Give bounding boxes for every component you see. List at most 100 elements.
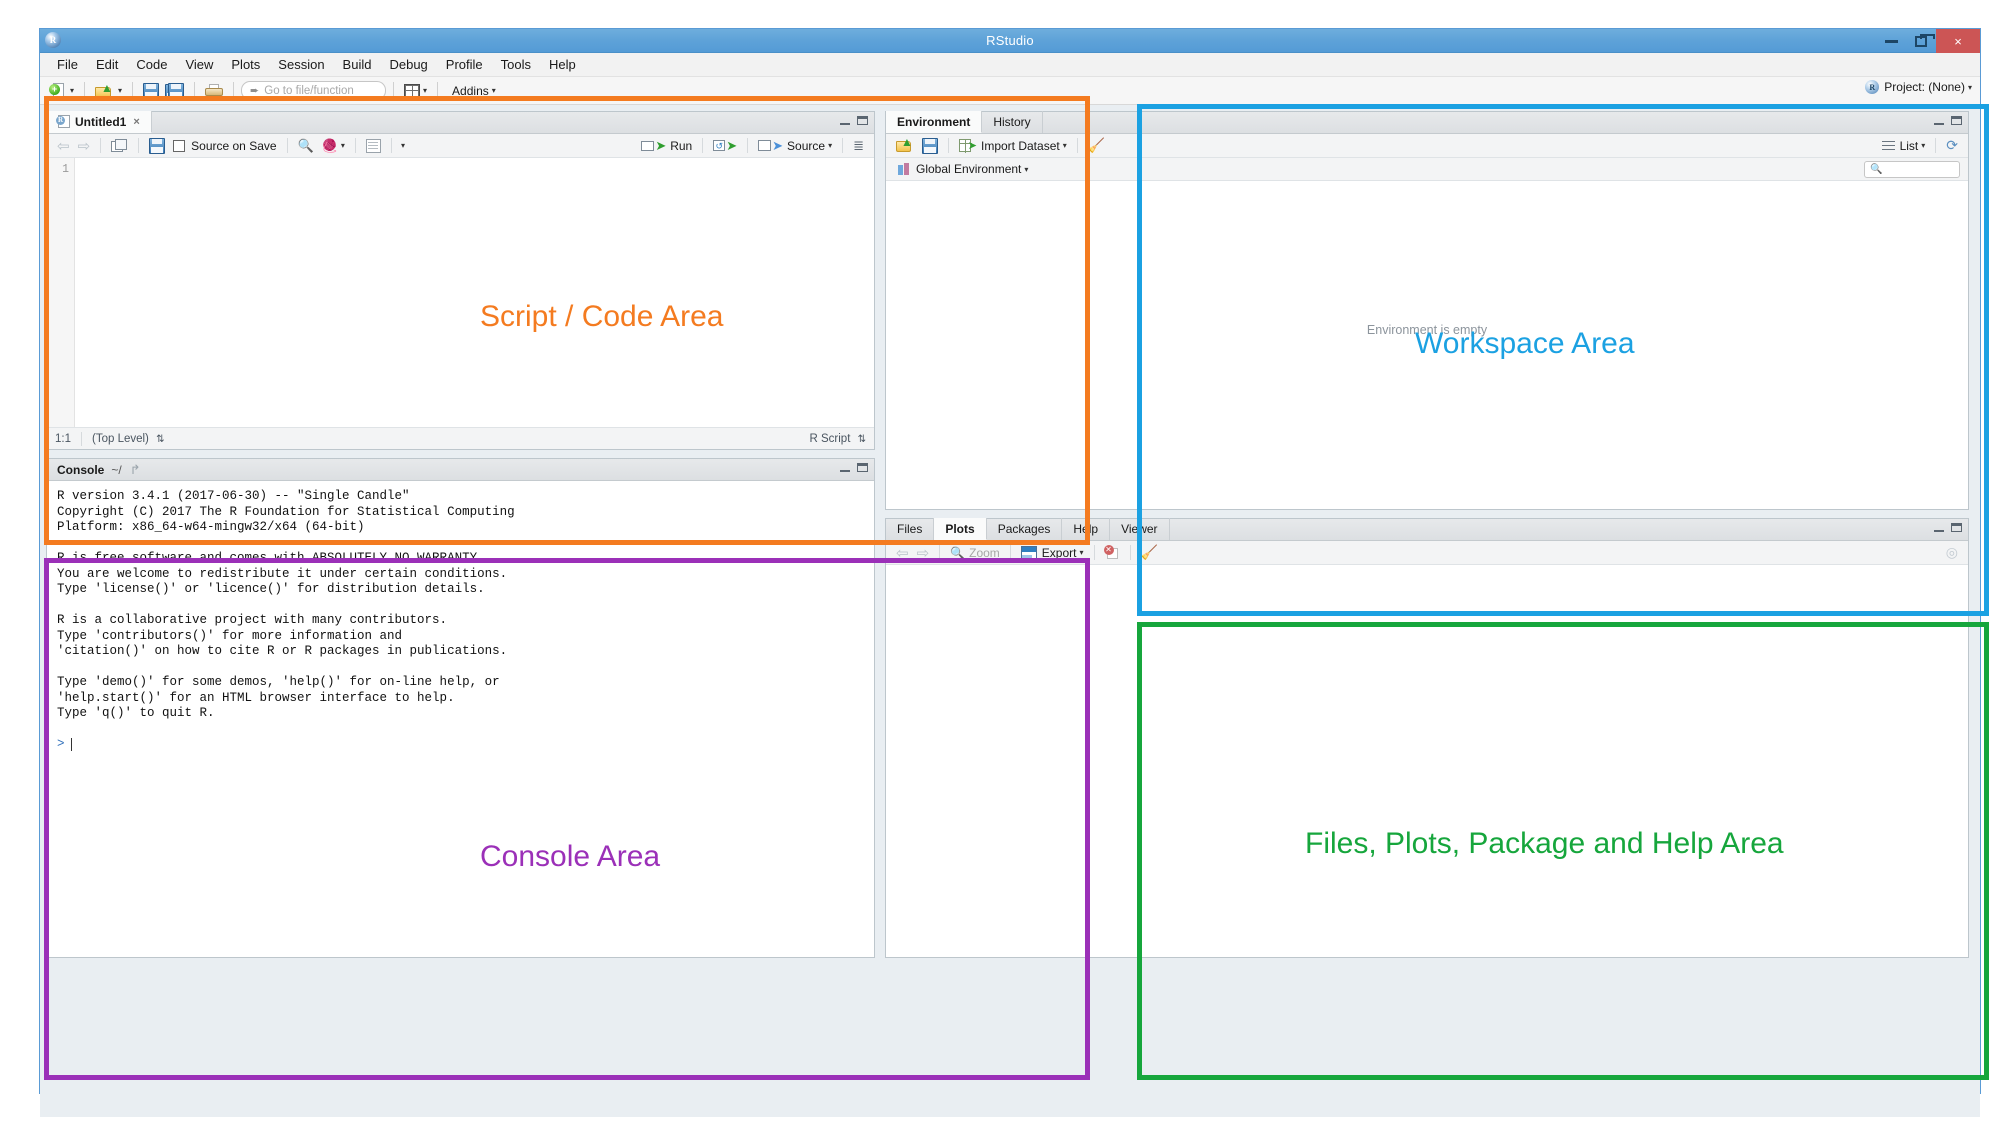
plots-publish-button[interactable]: ◎ <box>1942 544 1962 561</box>
project-label: Project: (None) <box>1884 80 1965 94</box>
maximize-pane-icon[interactable] <box>857 463 868 472</box>
menu-profile[interactable]: Profile <box>437 55 492 74</box>
clear-objects-button[interactable]: 🧹 <box>1084 137 1109 154</box>
tab-packages[interactable]: Packages <box>987 518 1063 540</box>
menu-session[interactable]: Session <box>269 55 333 74</box>
menu-plots[interactable]: Plots <box>222 55 269 74</box>
tab-files[interactable]: Files <box>886 518 935 540</box>
export-caret-icon[interactable]: ▾ <box>1079 548 1083 557</box>
tab-history[interactable]: History <box>982 111 1043 133</box>
tab-viewer[interactable]: Viewer <box>1110 518 1170 540</box>
environment-empty-message: Environment is empty <box>1366 323 1488 337</box>
load-workspace-button[interactable]: ▲ <box>892 136 918 153</box>
menu-build[interactable]: Build <box>334 55 381 74</box>
global-environment-caret-icon[interactable]: ▾ <box>1024 165 1028 174</box>
export-plot-button[interactable]: Export ▾ <box>1017 546 1088 560</box>
global-environment-selector[interactable]: Global Environment ▾ <box>894 162 1032 176</box>
editor-save-button[interactable] <box>145 137 169 154</box>
menu-edit[interactable]: Edit <box>87 55 127 74</box>
refresh-environment-button[interactable]: ⟳ <box>1942 137 1962 154</box>
code-tools-caret-icon[interactable]: ▾ <box>341 141 345 150</box>
menu-file[interactable]: File <box>48 55 87 74</box>
document-outline-button[interactable]: ≣ <box>849 138 868 154</box>
menu-tools[interactable]: Tools <box>492 55 540 74</box>
save-button[interactable] <box>140 80 162 102</box>
addins-caret-icon[interactable]: ▾ <box>492 86 496 95</box>
toolbar-divider <box>393 81 395 100</box>
rerun-previous-button[interactable]: ↺ ➤ <box>709 139 741 152</box>
addins-button[interactable]: Addins ▾ <box>445 80 499 102</box>
project-selector[interactable]: R Project: (None) ▾ <box>1865 80 1972 94</box>
tab-help[interactable]: Help <box>1062 518 1111 540</box>
workspace-panes-button[interactable]: ▾ <box>401 80 430 102</box>
new-file-caret-icon[interactable]: ▾ <box>70 86 74 95</box>
console-prompt[interactable]: > <box>57 737 864 753</box>
source-tab-untitled1[interactable]: Untitled1 × <box>47 111 152 133</box>
view-mode-caret-icon[interactable]: ▾ <box>1921 141 1925 150</box>
compile-report-button[interactable] <box>362 138 385 153</box>
minimize-pane-icon[interactable] <box>1934 117 1944 125</box>
code-input-surface[interactable] <box>75 158 874 427</box>
minimize-pane-icon[interactable] <box>1934 524 1944 532</box>
zoom-plot-button[interactable]: 🔍 Zoom <box>946 546 1004 560</box>
menu-help[interactable]: Help <box>540 55 585 74</box>
maximize-button[interactable] <box>1906 29 1936 53</box>
source-button[interactable]: ➤ Source ▾ <box>754 139 836 153</box>
remove-plot-button[interactable]: ✕ <box>1101 545 1124 559</box>
maximize-pane-icon[interactable] <box>1951 523 1962 532</box>
menu-view[interactable]: View <box>176 55 222 74</box>
close-icon[interactable]: × <box>133 116 139 128</box>
editor-back-button[interactable]: ⇦ <box>53 137 74 155</box>
menu-debug[interactable]: Debug <box>380 55 436 74</box>
import-dataset-button[interactable]: ➤ Import Dataset ▾ <box>955 138 1071 153</box>
source-on-save-checkbox[interactable]: Source on Save <box>169 139 280 153</box>
save-workspace-button[interactable] <box>918 137 942 154</box>
console-header: Console ~/ ↱ <box>47 459 874 481</box>
environment-search-input[interactable]: 🔍 <box>1864 161 1960 178</box>
minimize-pane-icon[interactable] <box>840 464 850 472</box>
maximize-pane-icon[interactable] <box>857 116 868 125</box>
source-caret-icon[interactable]: ▾ <box>828 141 832 150</box>
tab-plots[interactable]: Plots <box>934 518 987 540</box>
new-file-button[interactable]: + ▾ <box>46 80 77 102</box>
plots-forward-button[interactable]: ⇨ <box>913 544 934 562</box>
tab-files-label: Files <box>897 522 923 536</box>
editor-more-caret-icon[interactable]: ▾ <box>401 141 405 150</box>
export-icon <box>1020 546 1037 559</box>
code-tools-button[interactable]: 🧶 ▾ <box>318 138 349 154</box>
open-file-caret-icon[interactable]: ▾ <box>118 86 122 95</box>
panes-caret-icon[interactable]: ▾ <box>423 86 427 95</box>
print-button[interactable] <box>202 80 226 102</box>
file-type-stepper-icon[interactable]: ⇅ <box>858 434 866 445</box>
open-file-button[interactable]: ▲ ▾ <box>92 80 125 102</box>
console-line: Type 'license()' or 'licence()' for dist… <box>57 582 485 596</box>
menu-code[interactable]: Code <box>127 55 176 74</box>
minimize-button[interactable] <box>1876 29 1906 53</box>
import-caret-icon[interactable]: ▾ <box>1063 141 1067 150</box>
file-type-selector[interactable]: R Script ⇅ <box>810 433 867 445</box>
clear-plots-button[interactable]: 🧹 <box>1137 544 1162 561</box>
open-directory-icon[interactable]: ↱ <box>130 462 141 478</box>
find-replace-button[interactable]: 🔍 <box>294 138 318 154</box>
save-all-button[interactable] <box>162 80 187 102</box>
toolbar-divider <box>1093 545 1095 560</box>
editor-body[interactable]: 1 <box>47 158 874 427</box>
scope-selector[interactable]: (Top Level) ⇅ <box>92 433 164 445</box>
window-controls: × <box>1876 29 1980 53</box>
plots-back-button[interactable]: ⇦ <box>892 544 913 562</box>
environment-view-mode-button[interactable]: List ▾ <box>1878 139 1930 153</box>
goto-file-function-input[interactable]: ➨ Go to file/function <box>241 81 387 100</box>
project-caret-icon[interactable]: ▾ <box>1968 83 1972 92</box>
show-in-new-window-button[interactable] <box>107 138 132 153</box>
console-output[interactable]: R version 3.4.1 (2017-06-30) -- "Single … <box>47 481 874 957</box>
tab-environment[interactable]: Environment <box>886 111 983 133</box>
maximize-pane-icon[interactable] <box>1951 116 1962 125</box>
close-button[interactable]: × <box>1936 29 1980 53</box>
tab-history-label: History <box>993 115 1031 129</box>
editor-forward-button[interactable]: ⇨ <box>74 137 95 155</box>
scope-stepper-icon[interactable]: ⇅ <box>156 434 164 445</box>
run-button[interactable]: ➤ Run <box>637 139 696 153</box>
minimize-pane-icon[interactable] <box>840 117 850 125</box>
console-working-directory[interactable]: ~/ <box>111 463 121 477</box>
